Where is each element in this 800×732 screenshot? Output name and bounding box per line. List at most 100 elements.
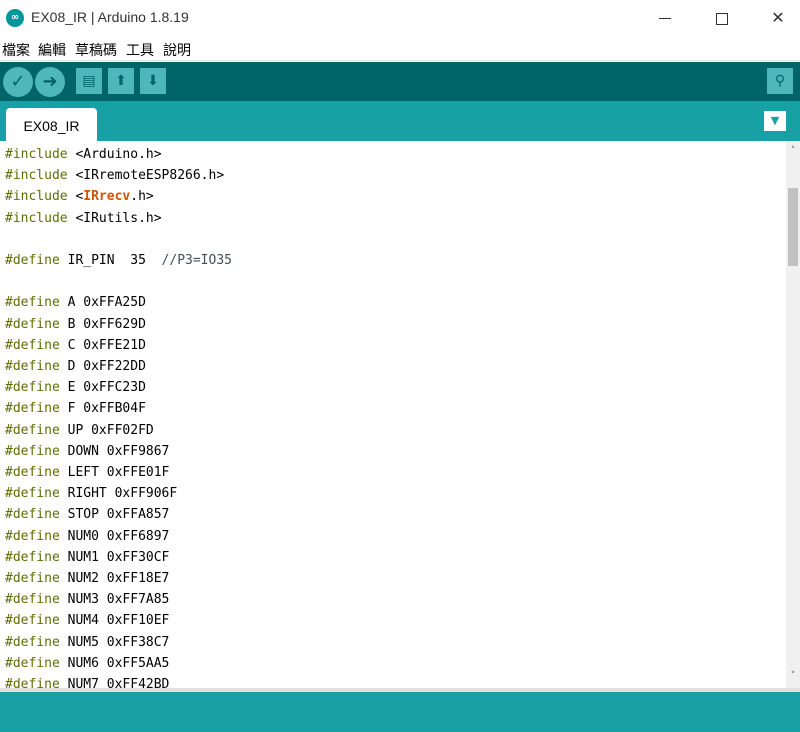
verify-button[interactable]: ✓ (3, 67, 33, 97)
keyword-token: #include (5, 210, 68, 226)
code-token: NUM5 0xFF38C7 (59, 634, 170, 650)
menu-help[interactable]: 說明 (163, 40, 191, 60)
code-token: .h> (130, 189, 154, 205)
code-token: UP 0xFF02FD (59, 422, 154, 438)
code-line[interactable]: #include <IRremoteESP8266.h> (5, 165, 224, 186)
code-token: NUM7 0xFF42BD (59, 677, 170, 688)
keyword-token: #define (5, 443, 60, 459)
code-line[interactable]: #define NUM5 0xFF38C7 (5, 632, 169, 653)
code-line[interactable]: #define NUM0 0xFF6897 (5, 526, 169, 547)
new-file-icon: ▤ (82, 73, 96, 89)
message-area (0, 692, 800, 732)
keyword-token: #define (5, 295, 60, 311)
keyword-token: #define (5, 634, 60, 650)
menu-sketch[interactable]: 草稿碼 (75, 40, 117, 60)
code-line[interactable]: #define LEFT 0xFFE01F (5, 462, 169, 483)
menu-edit[interactable]: 編輯 (38, 40, 66, 60)
code-token: RIGHT 0xFF906F (59, 486, 178, 502)
scroll-up-icon[interactable]: ˄ (786, 144, 800, 158)
code-token: <Arduino.h> (67, 147, 162, 162)
keyword-token: #define (5, 316, 60, 332)
minimize-button[interactable] (642, 0, 688, 36)
keyword-token: #define (5, 401, 60, 417)
code-line[interactable]: #define NUM2 0xFF18E7 (5, 568, 169, 589)
chevron-down-icon: ▼ (770, 114, 780, 127)
code-line[interactable]: #include <Arduino.h> (5, 144, 162, 165)
keyword-token: #include (5, 147, 68, 162)
scroll-down-icon[interactable]: ˅ (786, 669, 800, 683)
arrow-down-icon: ⬇ (147, 73, 159, 89)
code-line[interactable]: #define NUM4 0xFF10EF (5, 610, 169, 631)
code-line[interactable]: #define RIGHT 0xFF906F (5, 483, 177, 504)
window-title: EX08_IR | Arduino 1.8.19 (31, 9, 189, 25)
upload-button[interactable]: ➜ (35, 67, 65, 97)
code-line[interactable]: #define D 0xFF22DD (5, 356, 146, 377)
keyword-token: #define (5, 655, 60, 671)
save-sketch-button[interactable]: ⬇ (140, 68, 166, 94)
keyword-token: #define (5, 613, 60, 629)
close-button[interactable]: ✕ (755, 0, 800, 36)
tab-ex08-ir[interactable]: EX08_IR (6, 108, 97, 141)
code-token: < (67, 189, 84, 205)
tab-bar: EX08_IR ▼ (0, 101, 800, 141)
keyword-token: #define (5, 337, 60, 353)
code-line[interactable]: #define A 0xFFA25D (5, 292, 146, 313)
magnifier-icon: ⚲ (774, 73, 786, 89)
arrow-up-icon: ⬆ (115, 73, 127, 89)
code-line[interactable]: #define C 0xFFE21D (5, 335, 146, 356)
serial-monitor-button[interactable]: ⚲ (767, 68, 793, 94)
code-token: NUM0 0xFF6897 (59, 528, 170, 544)
code-token: F 0xFFB04F (59, 401, 146, 417)
minimize-icon (659, 18, 671, 19)
keyword-token: #define (5, 253, 60, 268)
keyword-token: #define (5, 571, 60, 586)
code-line[interactable]: #define F 0xFFB04F (5, 398, 146, 419)
menu-tools[interactable]: 工具 (126, 40, 154, 60)
code-line[interactable]: #define DOWN 0xFF9867 (5, 441, 169, 462)
code-line[interactable]: #define NUM7 0xFF42BD (5, 674, 169, 688)
code-token: STOP 0xFFA857 (59, 507, 170, 523)
code-token: NUM6 0xFF5AA5 (59, 655, 170, 671)
code-token: LEFT 0xFFE01F (59, 465, 170, 480)
comment-token: //P3=IO35 (161, 253, 232, 268)
code-token: E 0xFFC23D (59, 380, 146, 396)
open-sketch-button[interactable]: ⬆ (108, 68, 134, 94)
code-line[interactable]: #define NUM1 0xFF30CF (5, 547, 169, 568)
title-bar: ∞ EX08_IR | Arduino 1.8.19 ✕ (0, 0, 800, 36)
code-token: <IRutils.h> (67, 210, 162, 226)
code-line[interactable]: #include <IRutils.h> (5, 208, 162, 229)
menu-file[interactable]: 檔案 (2, 40, 30, 60)
vertical-scrollbar[interactable]: ˄ ˅ (786, 141, 800, 688)
keyword-token: #include (5, 168, 68, 184)
check-icon: ✓ (10, 71, 26, 92)
code-token: B 0xFF629D (59, 316, 146, 332)
arrow-right-icon: ➜ (42, 71, 58, 92)
code-line[interactable]: #define NUM3 0xFF7A85 (5, 589, 169, 610)
keyword-token: #define (5, 677, 60, 688)
code-token: C 0xFFE21D (59, 337, 146, 353)
code-token: D 0xFF22DD (59, 359, 146, 374)
arduino-logo-icon: ∞ (6, 9, 24, 27)
tab-menu-button[interactable]: ▼ (764, 111, 786, 131)
code-line[interactable]: #define NUM6 0xFF5AA5 (5, 653, 169, 674)
keyword-token: #define (5, 486, 60, 502)
code-line[interactable]: #include <IRrecv.h> (5, 186, 154, 207)
code-token: DOWN 0xFF9867 (59, 443, 170, 459)
maximize-icon (716, 12, 728, 25)
new-sketch-button[interactable]: ▤ (76, 68, 102, 94)
code-line[interactable]: #define B 0xFF629D (5, 314, 146, 335)
keyword-token: #define (5, 359, 60, 374)
keyword-token: #define (5, 380, 60, 396)
code-line[interactable]: #define E 0xFFC23D (5, 377, 146, 398)
keyword-token: #define (5, 465, 60, 480)
code-token: <IRremoteESP8266.h> (67, 168, 225, 184)
code-editor[interactable]: #include <Arduino.h> #include <IRremoteES… (0, 141, 786, 688)
code-token: NUM2 0xFF18E7 (59, 571, 170, 586)
keyword-token: #define (5, 507, 60, 523)
scroll-thumb[interactable] (788, 188, 798, 266)
code-line[interactable]: #define UP 0xFF02FD (5, 420, 154, 441)
code-line[interactable]: #define IR_PIN 35 //P3=IO35 (5, 250, 232, 271)
maximize-button[interactable] (699, 0, 745, 36)
code-line[interactable]: #define STOP 0xFFA857 (5, 504, 169, 525)
keyword-token: #include (5, 189, 68, 205)
